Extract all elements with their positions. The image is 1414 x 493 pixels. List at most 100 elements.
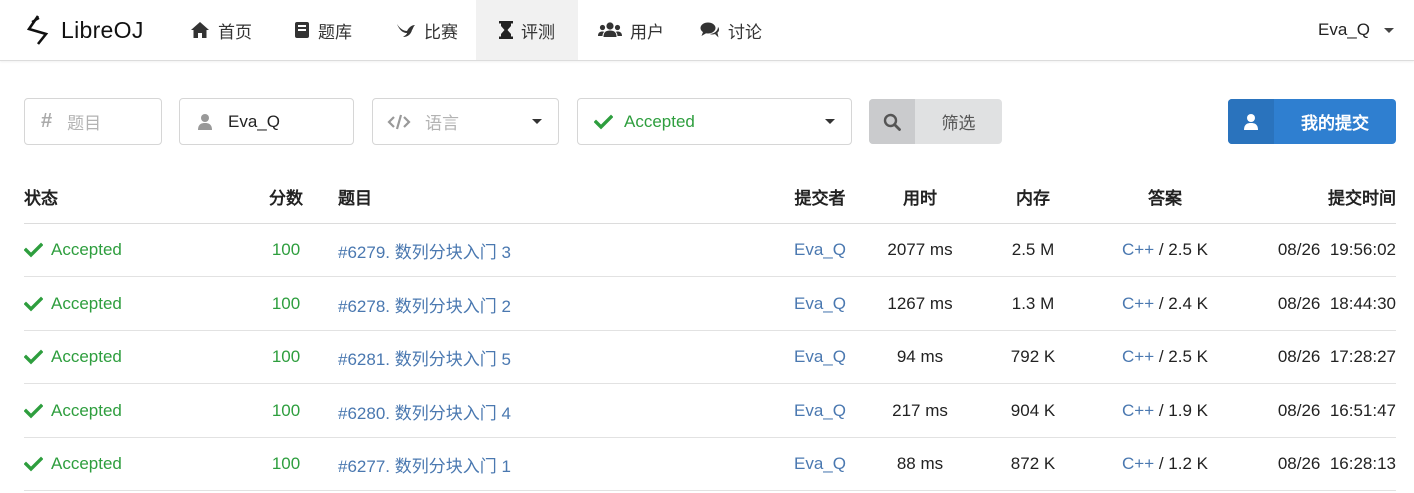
check-icon — [24, 349, 43, 365]
status-cell[interactable]: Accepted — [24, 278, 122, 330]
problem-link[interactable]: #6277. 数列分块入门 1 — [338, 438, 511, 490]
problem-link[interactable]: #6281. 数列分块入门 5 — [338, 331, 511, 383]
user-icon — [198, 113, 212, 130]
status-text: Accepted — [51, 454, 122, 473]
nav-home[interactable]: 首页 — [190, 0, 252, 60]
header-score: 分数 — [269, 189, 303, 208]
nav-submissions[interactable]: 评测 — [476, 0, 578, 60]
code-size: / 2.5 K — [1154, 240, 1208, 259]
problem-link[interactable]: #6279. 数列分块入门 3 — [338, 224, 511, 276]
code-cell[interactable]: C++ / 2.4 K — [1104, 278, 1226, 330]
code-size: / 2.4 K — [1154, 294, 1208, 313]
status-cell[interactable]: Accepted — [24, 438, 122, 490]
brand-name: LibreOJ — [61, 16, 144, 43]
status-text: Accepted — [51, 294, 122, 313]
memory-cell: 872 K — [1010, 454, 1056, 473]
memory-cell: 904 K — [1010, 401, 1056, 420]
user-icon — [1228, 99, 1274, 144]
table-row: Accepted 100 #6281. 数列分块入门 5 Eva_Q 94 ms… — [24, 331, 1396, 384]
code-size: / 1.9 K — [1154, 401, 1208, 420]
filter-button[interactable]: 筛选 — [869, 99, 1002, 144]
status-cell[interactable]: Accepted — [24, 385, 122, 437]
nav-contests[interactable]: 比赛 — [396, 0, 458, 60]
submitter-link[interactable]: Eva_Q — [780, 224, 860, 276]
hash-icon: # — [41, 110, 53, 132]
check-icon — [594, 114, 613, 129]
search-icon — [869, 99, 915, 144]
submitter-link[interactable]: Eva_Q — [780, 278, 860, 330]
home-icon — [191, 22, 209, 38]
submit-time-cell: 08/26 16:51:47 — [1277, 401, 1396, 420]
submitter-link[interactable]: Eva_Q — [780, 385, 860, 437]
problem-link[interactable]: #6278. 数列分块入门 2 — [338, 278, 511, 330]
code-language-link[interactable]: C++ — [1122, 240, 1154, 260]
header-time: 用时 — [903, 189, 937, 208]
problem-placeholder: 题目 — [67, 114, 102, 133]
submit-time-cell: 08/26 16:28:13 — [1277, 454, 1396, 473]
submitter-link[interactable]: Eva_Q — [780, 331, 860, 383]
code-language-link[interactable]: C++ — [1122, 294, 1154, 314]
check-icon — [24, 403, 43, 419]
memory-cell: 1.3 M — [1011, 294, 1055, 313]
nav-label: 题库 — [318, 22, 352, 42]
submit-time-cell: 08/26 19:56:02 — [1277, 240, 1396, 259]
code-language-link[interactable]: C++ — [1122, 454, 1154, 474]
user-menu[interactable]: Eva_Q — [1318, 0, 1394, 60]
status-value: Accepted — [624, 111, 695, 131]
status-text: Accepted — [51, 347, 122, 366]
header-code: 答案 — [1148, 189, 1182, 208]
language-dropdown[interactable]: 语言 — [372, 98, 559, 145]
nav-label: 讨论 — [728, 22, 762, 42]
code-size: / 2.5 K — [1154, 347, 1208, 366]
code-cell[interactable]: C++ / 2.5 K — [1104, 331, 1226, 383]
comments-icon — [700, 22, 719, 38]
time-cell: 1267 ms — [887, 294, 953, 313]
submit-time-cell: 08/26 17:28:27 — [1277, 347, 1396, 366]
nav-discussion[interactable]: 讨论 — [700, 0, 762, 60]
score-cell: 100 — [271, 454, 301, 473]
problem-id-input[interactable]: # 题目 — [24, 98, 162, 145]
submitter-input[interactable]: Eva_Q — [179, 98, 354, 145]
language-placeholder: 语言 — [425, 114, 459, 133]
code-language-link[interactable]: C++ — [1122, 401, 1154, 421]
table-row: Accepted 100 #6279. 数列分块入门 3 Eva_Q 2077 … — [24, 224, 1396, 277]
brand-logo[interactable]: LibreOJ — [26, 12, 144, 48]
username: Eva_Q — [1318, 20, 1370, 39]
nav-users[interactable]: 用户 — [598, 0, 664, 60]
header-problem: 题目 — [338, 189, 372, 208]
users-icon — [598, 22, 622, 37]
status-cell[interactable]: Accepted — [24, 224, 122, 276]
time-cell: 88 ms — [896, 454, 944, 473]
check-icon — [24, 456, 43, 472]
header-memory: 内存 — [1016, 189, 1050, 208]
code-size: / 1.2 K — [1154, 454, 1208, 473]
code-cell[interactable]: C++ / 1.9 K — [1104, 385, 1226, 437]
status-dropdown[interactable]: Accepted — [577, 98, 852, 145]
nav-label: 首页 — [218, 22, 252, 42]
status-cell[interactable]: Accepted — [24, 331, 122, 383]
book-icon — [295, 22, 309, 38]
chevron-down-icon — [532, 119, 542, 124]
code-icon — [387, 114, 411, 129]
hourglass-icon — [499, 21, 513, 39]
nav-label: 比赛 — [424, 22, 458, 42]
status-text: Accepted — [51, 401, 122, 420]
submit-time-cell: 08/26 18:44:30 — [1277, 294, 1396, 313]
submitter-value: Eva_Q — [228, 111, 280, 131]
table-row: Accepted 100 #6277. 数列分块入门 1 Eva_Q 88 ms… — [24, 438, 1396, 491]
code-language-link[interactable]: C++ — [1122, 347, 1154, 367]
my-submissions-button[interactable]: 我的提交 — [1228, 99, 1396, 144]
submitter-link[interactable]: Eva_Q — [780, 438, 860, 490]
header-submit-time: 提交时间 — [1328, 189, 1396, 208]
score-cell: 100 — [271, 294, 301, 313]
memory-cell: 792 K — [1010, 347, 1056, 366]
code-cell[interactable]: C++ / 2.5 K — [1104, 224, 1226, 276]
time-cell: 217 ms — [892, 401, 948, 420]
score-cell: 100 — [271, 401, 301, 420]
table-header: 状态 分数 题目 提交者 用时 内存 答案 提交时间 — [24, 170, 1396, 224]
code-cell[interactable]: C++ / 1.2 K — [1104, 438, 1226, 490]
problem-link[interactable]: #6280. 数列分块入门 4 — [338, 385, 511, 437]
nav-problems[interactable]: 题库 — [294, 0, 352, 60]
memory-cell: 2.5 M — [1011, 240, 1055, 259]
table-row: Accepted 100 #6278. 数列分块入门 2 Eva_Q 1267 … — [24, 278, 1396, 331]
